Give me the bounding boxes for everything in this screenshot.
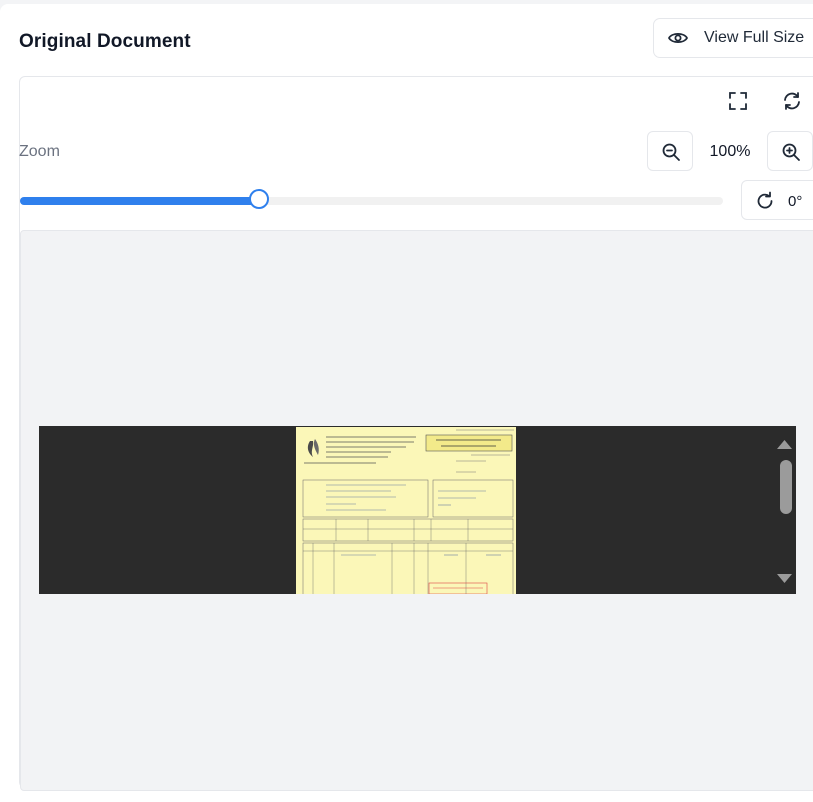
pdf-scrollbar-thumb[interactable]	[780, 460, 792, 514]
zoom-slider[interactable]	[20, 189, 723, 209]
zoom-in-icon	[782, 143, 800, 161]
document-image	[296, 427, 516, 594]
zoom-out-button[interactable]	[647, 131, 693, 171]
view-full-size-label: View Full Size	[704, 29, 805, 46]
scroll-up-arrow-icon	[777, 440, 792, 449]
zoom-label: Zoom	[19, 143, 60, 160]
fullscreen-icon[interactable]	[728, 91, 748, 111]
zoom-level-value: 100%	[709, 143, 751, 160]
zoom-slider-thumb[interactable]	[249, 189, 270, 209]
scroll-down-arrow-icon	[777, 574, 792, 583]
rotate-icon	[757, 191, 773, 209]
zoom-in-button[interactable]	[767, 131, 813, 171]
view-full-size-button[interactable]: View Full Size	[653, 18, 813, 58]
rotate-button[interactable]: 0°	[741, 180, 813, 220]
rotation-value: 0°	[788, 193, 803, 210]
page-title: Original Document	[19, 31, 191, 52]
zoom-out-icon	[662, 143, 680, 161]
refresh-icon[interactable]	[782, 91, 802, 111]
eye-icon	[667, 30, 689, 46]
zoom-slider-fill	[20, 197, 260, 205]
